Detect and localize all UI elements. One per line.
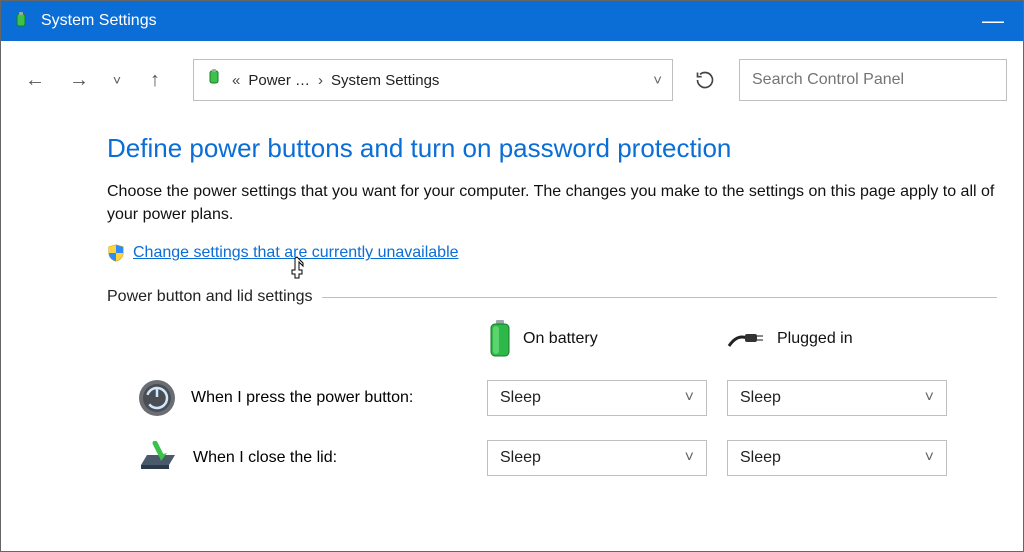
power-button-battery-value: Sleep	[500, 389, 541, 407]
close-lid-plugged-select[interactable]: Sleep ˅	[727, 440, 947, 476]
battery-icon	[487, 320, 513, 358]
power-button-battery-select[interactable]: Sleep ˅	[487, 380, 707, 416]
breadcrumb-power[interactable]: Power …	[248, 72, 310, 89]
change-settings-link[interactable]: Change settings that are currently unava…	[133, 244, 459, 262]
up-button[interactable]: ↑	[137, 62, 173, 98]
content: Define power buttons and turn on passwor…	[1, 109, 1023, 476]
plug-icon	[727, 328, 767, 350]
address-bar[interactable]: « Power … › System Settings ˅	[193, 59, 673, 101]
search-input[interactable]	[739, 59, 1007, 101]
lid-icon	[137, 441, 179, 475]
minimize-button[interactable]: —	[973, 11, 1013, 31]
chevron-down-icon: ˅	[925, 449, 934, 467]
refresh-button[interactable]	[687, 62, 723, 98]
power-icon	[137, 378, 177, 418]
page-title: Define power buttons and turn on passwor…	[107, 133, 997, 164]
chevron-down-icon: ˅	[685, 449, 694, 467]
titlebar: System Settings —	[1, 1, 1023, 41]
close-lid-battery-select[interactable]: Sleep ˅	[487, 440, 707, 476]
power-button-plugged-select[interactable]: Sleep ˅	[727, 380, 947, 416]
section-header: Power button and lid settings	[107, 288, 997, 306]
section-rule	[322, 297, 997, 298]
row-power-button: When I press the power button: Sleep ˅ S…	[137, 378, 967, 418]
window-title: System Settings	[41, 12, 973, 30]
app-icon	[11, 11, 31, 31]
close-lid-battery-value: Sleep	[500, 449, 541, 467]
section-label: Power button and lid settings	[107, 288, 312, 306]
address-dropdown[interactable]: ˅	[653, 72, 662, 89]
column-battery-label: On battery	[523, 330, 598, 348]
page-description: Choose the power settings that you want …	[107, 180, 997, 226]
address-icon	[204, 68, 224, 92]
column-battery: On battery	[487, 320, 727, 358]
power-table: On battery Plugged in	[137, 320, 967, 476]
breadcrumb-system-settings[interactable]: System Settings	[331, 72, 439, 89]
breadcrumb-sep: ›	[318, 72, 323, 89]
shield-icon	[107, 244, 125, 262]
row-close-lid: When I close the lid: Sleep ˅ Sleep ˅	[137, 440, 967, 476]
chevron-down-icon: ˅	[685, 389, 694, 407]
back-button[interactable]: ←	[17, 62, 53, 98]
recent-dropdown[interactable]: ˅	[105, 62, 129, 98]
column-plugged: Plugged in	[727, 328, 967, 350]
row-lid-label: When I close the lid:	[193, 449, 337, 467]
toolbar: ← → ˅ ↑ « Power … › System Settings ˅	[1, 41, 1023, 109]
chevron-down-icon: ˅	[925, 389, 934, 407]
breadcrumb-prefix: «	[232, 72, 240, 89]
change-settings-row: Change settings that are currently unava…	[107, 244, 997, 262]
power-button-plugged-value: Sleep	[740, 389, 781, 407]
forward-button[interactable]: →	[61, 62, 97, 98]
column-plugged-label: Plugged in	[777, 330, 853, 348]
close-lid-plugged-value: Sleep	[740, 449, 781, 467]
row-power-label: When I press the power button:	[191, 389, 413, 407]
